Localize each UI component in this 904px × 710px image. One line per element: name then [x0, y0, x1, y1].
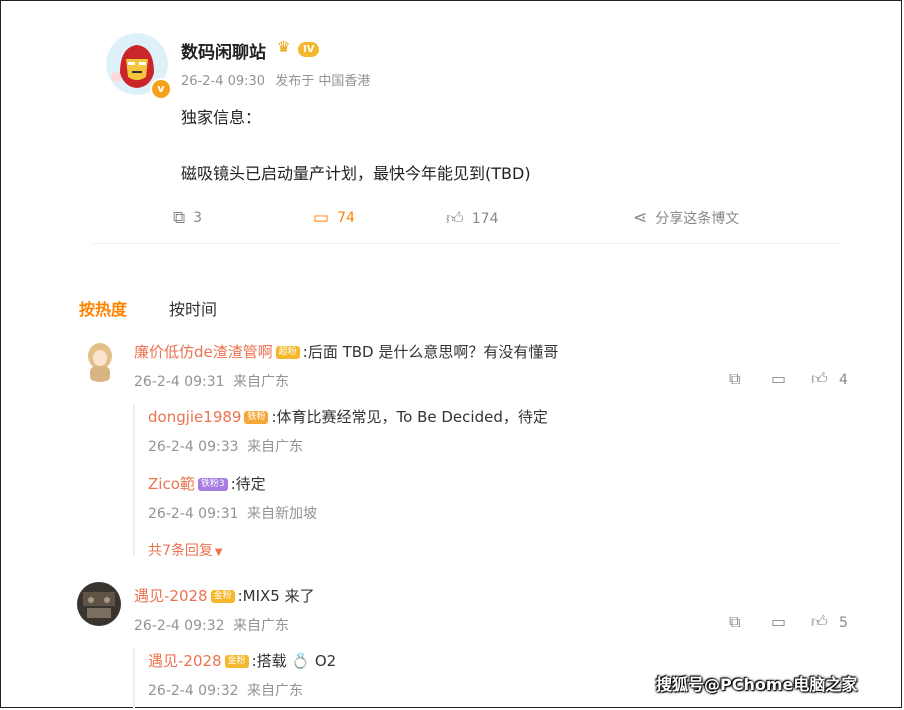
reply-header: dongjie1989 铁粉:体育比赛经常见，To Be Decided，待定 [148, 406, 548, 427]
more-replies-label: 共7条回复 [148, 543, 213, 559]
repost-button[interactable]: ⧉ 3 [173, 208, 202, 228]
reply-rail [133, 648, 135, 708]
comment-location: 来自广东 [232, 374, 289, 390]
level-badge: IV [298, 42, 320, 57]
fan-badge: 金粉 [224, 655, 249, 668]
post-meta: 26-2-4 09:30 发布于 中国香港 [181, 70, 370, 89]
fan-badge: 铁粉 [244, 411, 269, 424]
tab-sort-time[interactable]: 按时间 [169, 296, 217, 320]
reply-meta: 26-2-4 09:32 来自广东 [148, 680, 303, 700]
fan-badge: 铁粉3 [197, 478, 228, 491]
crown-icon: ♛ [277, 38, 291, 56]
comment-repost-icon[interactable]: ⧉ [729, 369, 740, 389]
post-text-line2: 磁吸镜头已启动量产计划，最快今年能见到(TBD) [181, 164, 531, 183]
comment-button[interactable]: ▭ 74 [313, 208, 355, 228]
comment-count: 74 [337, 210, 355, 226]
share-icon: ⋖ [633, 208, 648, 228]
repost-icon: ⧉ [173, 208, 186, 228]
reply-header: Zico範 铁粉3:待定 [148, 473, 266, 494]
commenter-avatar[interactable] [77, 582, 121, 626]
comment-meta: 26-2-4 09:32 来自广东 [134, 615, 289, 635]
reply-location: 来自广东 [246, 683, 303, 699]
comment-text: :MIX5 来了 [237, 587, 315, 605]
comment-like-icon[interactable]: 👍︎ [811, 369, 828, 389]
like-count: 174 [471, 210, 499, 227]
comment-like-icon[interactable]: 👍︎ [811, 612, 828, 632]
comment-time: 26-2-4 09:32 [134, 618, 225, 634]
reply-time: 26-2-4 09:31 [148, 506, 239, 522]
action-divider [92, 243, 842, 244]
reply-meta: 26-2-4 09:33 来自广东 [148, 436, 303, 456]
reply-username[interactable]: 遇见-2028 [148, 652, 222, 670]
tab-sort-hot[interactable]: 按热度 [79, 296, 127, 320]
comment-like-count: 5 [839, 615, 848, 631]
thumbs-up-icon: 👍︎ [446, 209, 464, 229]
reply-location: 来自广东 [246, 439, 303, 455]
comment-location: 来自广东 [232, 618, 289, 634]
reply-text: :体育比赛经常见，To Be Decided，待定 [271, 408, 548, 426]
repost-count: 3 [193, 210, 203, 226]
watermark: 搜狐号@PChome电脑之家 [656, 675, 858, 694]
reply-text: :待定 [230, 475, 266, 493]
fan-badge: 金粉 [210, 590, 235, 603]
reply-username[interactable]: Zico範 [148, 475, 195, 493]
verified-badge-icon: v [150, 78, 172, 100]
reply-location: 来自新加坡 [246, 506, 317, 522]
post-source: 发布于 中国香港 [275, 74, 371, 89]
chevron-down-icon: ▼ [214, 547, 223, 558]
comment-meta: 26-2-4 09:31 来自广东 [134, 371, 289, 391]
comment-repost-icon[interactable]: ⧉ [729, 612, 740, 632]
reply-username[interactable]: dongjie1989 [148, 408, 241, 426]
like-button[interactable]: 👍︎ 174 [446, 208, 499, 229]
commenter-avatar[interactable] [80, 338, 120, 382]
reply-time: 26-2-4 09:32 [148, 683, 239, 699]
comment-username[interactable]: 廉价低仿de渣渣管啊 [134, 343, 273, 361]
fan-badge: 超粉 [275, 346, 300, 359]
share-button[interactable]: ⋖ 分享这条博文 [633, 208, 739, 228]
comment-reply-icon[interactable]: ▭ [771, 369, 786, 388]
comment-username[interactable]: 遇见-2028 [134, 587, 208, 605]
post-text-line1: 独家信息： [181, 108, 262, 127]
comment-like-count: 4 [839, 372, 848, 388]
reply-text: :搭载 💍 O2 [251, 652, 337, 670]
more-replies-link[interactable]: 共7条回复 ▼ [148, 540, 223, 560]
comment-reply-icon[interactable]: ▭ [771, 612, 786, 631]
comment-icon: ▭ [313, 208, 330, 228]
reply-header: 遇见-2028 金粉:搭载 💍 O2 [148, 650, 336, 671]
reply-time: 26-2-4 09:33 [148, 439, 239, 455]
post-time: 26-2-4 09:30 [181, 74, 266, 89]
author-name[interactable]: 数码闲聊站 [181, 38, 266, 63]
reply-meta: 26-2-4 09:31 来自新加坡 [148, 503, 317, 523]
comment-header: 遇见-2028 金粉:MIX5 来了 [134, 585, 315, 606]
share-label: 分享这条博文 [655, 211, 740, 227]
comment-header: 廉价低仿de渣渣管啊 超粉:后面 TBD 是什么意思啊？有没有懂哥 [134, 341, 558, 362]
comment-time: 26-2-4 09:31 [134, 374, 225, 390]
comment-text: :后面 TBD 是什么意思啊？有没有懂哥 [302, 343, 559, 361]
reply-rail [133, 404, 135, 556]
